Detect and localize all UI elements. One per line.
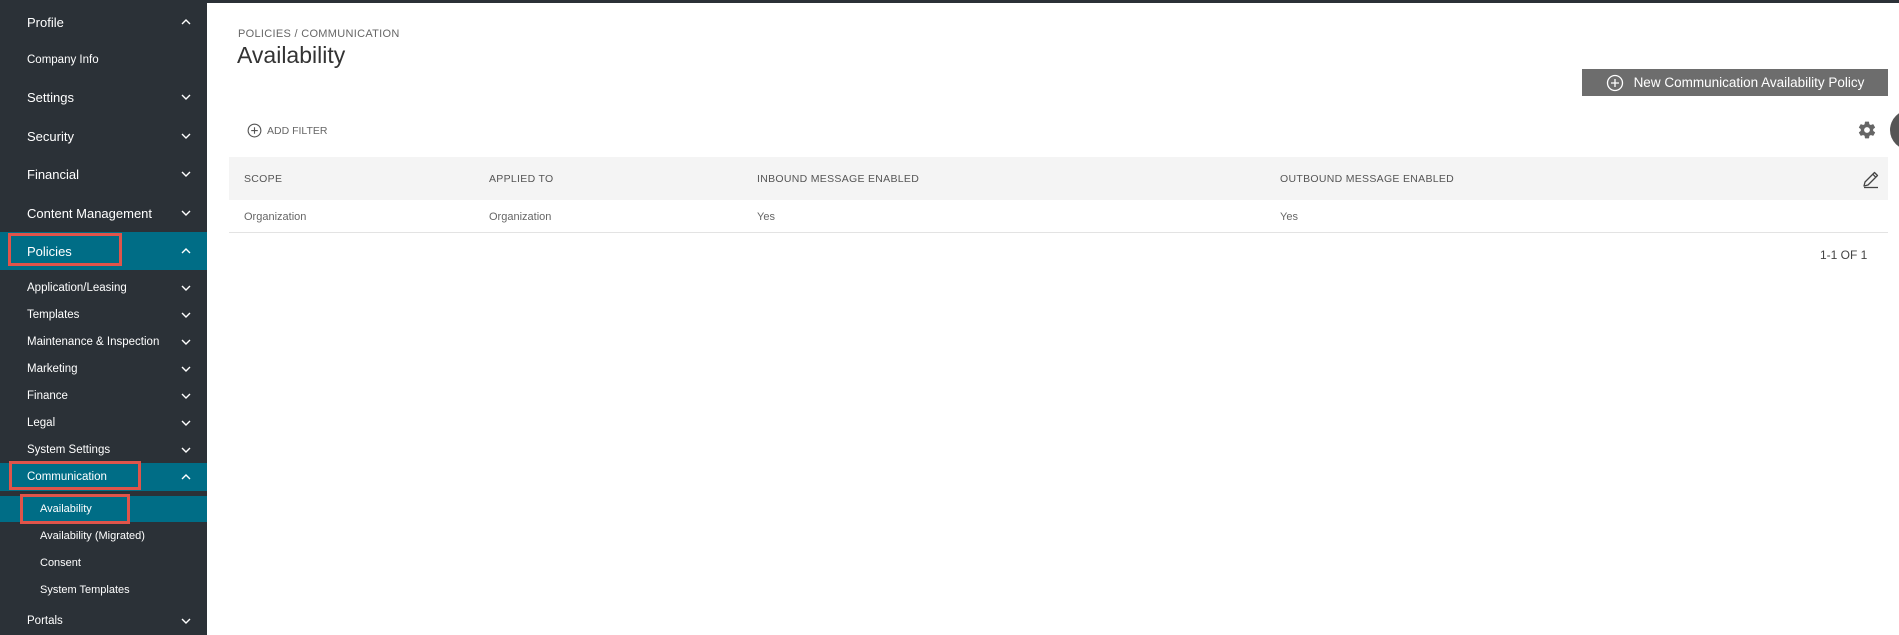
chevron-down-icon: [179, 308, 193, 322]
column-header-applied-to[interactable]: APPLIED TO: [489, 173, 553, 185]
sidebar-item-application-leasing[interactable]: Application/Leasing: [0, 275, 207, 301]
sidebar-item-label: Finance: [27, 390, 68, 402]
cell-outbound-message-enabled: Yes: [1280, 211, 1298, 223]
sidebar-item-content-management[interactable]: Content Management: [0, 199, 207, 227]
sidebar-item-marketing[interactable]: Marketing: [0, 356, 207, 382]
sidebar-item-label: Policies: [27, 243, 72, 259]
top-border: [207, 0, 1899, 3]
sidebar-item-legal[interactable]: Legal: [0, 410, 207, 436]
sidebar-item-profile[interactable]: Profile: [0, 8, 207, 36]
chevron-down-icon: [179, 90, 193, 104]
chevron-down-icon: [179, 614, 193, 628]
sidebar-item-availability[interactable]: Availability: [0, 496, 207, 522]
chevron-down-icon: [179, 416, 193, 430]
sidebar-item-security[interactable]: Security: [0, 122, 207, 150]
chevron-down-icon: [179, 335, 193, 349]
plus-circle-icon: [1606, 74, 1624, 92]
breadcrumb: POLICIES / COMMUNICATION: [238, 28, 400, 40]
cell-applied-to: Organization: [489, 211, 552, 223]
cell-inbound-message-enabled: Yes: [757, 211, 775, 223]
sidebar-item-label: Availability: [40, 503, 92, 515]
sidebar-item-policies[interactable]: Policies: [0, 232, 207, 270]
avatar[interactable]: [1890, 110, 1899, 150]
column-header-outbound-message-enabled[interactable]: OUTBOUND MESSAGE ENABLED: [1280, 173, 1454, 185]
chevron-up-icon: [179, 244, 193, 258]
gear-icon[interactable]: [1857, 120, 1877, 140]
chevron-down-icon: [179, 389, 193, 403]
new-communication-availability-policy-button[interactable]: New Communication Availability Policy: [1582, 69, 1888, 96]
sidebar-item-label: Security: [27, 128, 74, 144]
sidebar-item-label: Communication: [27, 471, 107, 483]
table-row[interactable]: Organization Organization Yes Yes: [229, 200, 1888, 233]
chevron-down-icon: [179, 443, 193, 457]
pencil-icon[interactable]: [1861, 169, 1881, 189]
sidebar-item-portals[interactable]: Portals: [0, 608, 207, 634]
sidebar-item-label: System Settings: [27, 444, 111, 456]
chevron-down-icon: [179, 167, 193, 181]
page-title: Availability: [237, 42, 346, 68]
plus-circle-icon: [247, 123, 262, 138]
sidebar-item-maintenance-inspection[interactable]: Maintenance & Inspection: [0, 329, 207, 355]
sidebar-item-label: Content Management: [27, 205, 153, 221]
sidebar-item-label: Financial: [27, 166, 80, 182]
sidebar-item-company-info[interactable]: Company Info: [0, 46, 207, 74]
policies-table: SCOPE APPLIED TO INBOUND MESSAGE ENABLED…: [229, 157, 1888, 233]
sidebar-item-system-templates[interactable]: System Templates: [0, 577, 207, 603]
sidebar-item-system-settings[interactable]: System Settings: [0, 437, 207, 463]
table-header: SCOPE APPLIED TO INBOUND MESSAGE ENABLED…: [229, 157, 1888, 200]
chevron-down-icon: [179, 129, 193, 143]
sidebar-item-label: Legal: [27, 417, 56, 429]
new-button-label: New Communication Availability Policy: [1633, 75, 1865, 90]
sidebar-item-availability-migrated[interactable]: Availability (Migrated): [0, 523, 207, 549]
column-header-inbound-message-enabled[interactable]: INBOUND MESSAGE ENABLED: [757, 173, 919, 185]
add-filter-button[interactable]: ADD FILTER: [247, 123, 327, 138]
sidebar-item-label: Portals: [27, 615, 63, 627]
chevron-down-icon: [179, 281, 193, 295]
sidebar-item-label: Availability (Migrated): [40, 530, 145, 542]
sidebar-item-label: Company Info: [27, 54, 99, 66]
sidebar-item-settings[interactable]: Settings: [0, 83, 207, 111]
sidebar-item-financial[interactable]: Financial: [0, 160, 207, 188]
add-filter-label: ADD FILTER: [267, 124, 328, 137]
column-header-scope[interactable]: SCOPE: [244, 173, 282, 185]
sidebar-item-communication[interactable]: Communication: [0, 463, 207, 491]
sidebar-item-label: Marketing: [27, 363, 78, 375]
sidebar-item-label: Settings: [27, 89, 74, 105]
chevron-up-icon: [179, 470, 193, 484]
sidebar-item-templates[interactable]: Templates: [0, 302, 207, 328]
sidebar-item-label: Application/Leasing: [27, 282, 127, 294]
sidebar-item-label: Profile: [27, 14, 64, 30]
sidebar-item-finance[interactable]: Finance: [0, 383, 207, 409]
chevron-up-icon: [179, 15, 193, 29]
sidebar-item-label: System Templates: [40, 584, 130, 596]
sidebar-item-label: Consent: [40, 557, 81, 569]
sidebar: Profile Company Info Settings Security F…: [0, 0, 207, 635]
cell-scope: Organization: [244, 211, 307, 223]
sidebar-item-label: Maintenance & Inspection: [27, 336, 160, 348]
sidebar-item-label: Templates: [27, 309, 80, 321]
pagination-info: 1-1 OF 1: [1820, 248, 1868, 262]
sidebar-item-consent[interactable]: Consent: [0, 550, 207, 576]
chevron-down-icon: [179, 206, 193, 220]
chevron-down-icon: [179, 362, 193, 376]
